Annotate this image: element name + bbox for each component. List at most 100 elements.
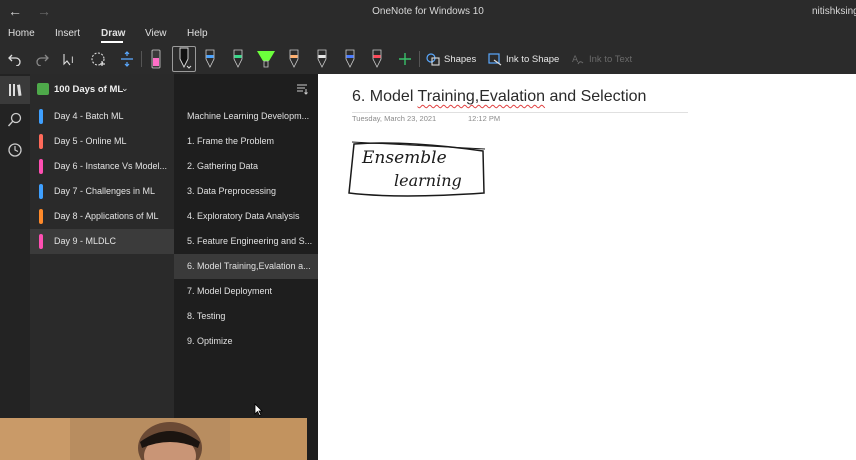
recent-clock-icon[interactable] (7, 142, 23, 158)
pages-pane: Machine Learning Developm... 1. Frame the… (174, 74, 318, 460)
section-item[interactable]: Day 8 - Applications of ML (30, 204, 174, 229)
page-label: 8. Testing (187, 311, 226, 321)
shapes-label: Shapes (444, 53, 477, 65)
user-name[interactable]: nitishksing (812, 6, 856, 17)
section-item[interactable]: Day 5 - Online ML (30, 129, 174, 154)
page-label: 5. Feature Engineering and S... (187, 236, 313, 246)
section-color-tab (39, 234, 43, 249)
section-label: Day 6 - Instance Vs Model... (54, 161, 168, 171)
tab-draw[interactable]: Draw (101, 28, 125, 39)
ink-to-text-label: Ink to Text (589, 53, 633, 65)
page-label: 3. Data Preprocessing (187, 186, 277, 196)
section-color-tab (39, 209, 43, 224)
page-item[interactable]: 6. Model Training,Evalation a... (174, 254, 318, 279)
sections-pane: 100 Days of ML ⌄ Day 4 - Batch ML Day 5 -… (30, 74, 174, 460)
ink-to-shape-icon (488, 53, 502, 66)
shapes-icon (426, 53, 440, 66)
section-label: Day 4 - Batch ML (54, 111, 124, 121)
section-item[interactable]: Day 4 - Batch ML (30, 104, 174, 129)
page-label: 6. Model Training,Evalation a... (187, 261, 311, 271)
title-bar: ← → OneNote for Windows 10 nitishksing (0, 0, 856, 24)
tab-view[interactable]: View (145, 28, 167, 39)
page-label: 2. Gathering Data (187, 161, 259, 171)
pen-red-icon[interactable] (367, 49, 387, 69)
pen-blue-2-icon[interactable] (340, 49, 360, 69)
ink-to-shape-button[interactable]: Ink to Shape (488, 49, 564, 69)
webcam-overlay (0, 418, 307, 460)
chevron-down-icon: ⌄ (121, 83, 129, 93)
highlighter-green-icon[interactable] (254, 49, 278, 69)
misspelled-word: Training,Evalation (417, 88, 546, 105)
tab-help[interactable]: Help (187, 28, 208, 39)
page-title-prefix: 6. Model (352, 88, 418, 105)
search-icon[interactable] (7, 112, 23, 128)
ribbon-tabs: Home Insert Draw View Help (0, 24, 856, 44)
note-canvas[interactable]: 6. Model Training,Evalation and Selectio… (318, 74, 856, 460)
section-color-tab (39, 109, 43, 124)
redo-icon[interactable] (33, 49, 51, 69)
sort-pages-icon[interactable] (296, 82, 308, 100)
page-item[interactable]: 2. Gathering Data (174, 154, 318, 179)
pen-orange-icon[interactable] (284, 49, 304, 69)
section-color-tab (39, 184, 43, 199)
section-color-tab (39, 134, 43, 149)
toolbar-divider (419, 51, 420, 67)
highlighter-pink-icon[interactable] (146, 49, 166, 69)
section-label: Day 8 - Applications of ML (54, 211, 159, 221)
page-item[interactable]: Machine Learning Developm... (174, 104, 318, 129)
page-item[interactable]: 4. Exploratory Data Analysis (174, 204, 318, 229)
type-select-icon[interactable]: I (61, 49, 81, 69)
active-tab-indicator (101, 41, 123, 43)
page-label: 1. Frame the Problem (187, 136, 275, 146)
page-item[interactable]: 3. Data Preprocessing (174, 179, 318, 204)
section-color-tab (39, 159, 43, 174)
page-title[interactable]: 6. Model Training,Evalation and Selectio… (352, 88, 646, 106)
add-space-icon[interactable] (117, 49, 137, 69)
handwritten-ink[interactable]: Ensemble learning (346, 138, 492, 204)
section-item[interactable]: Day 6 - Instance Vs Model... (30, 154, 174, 179)
handwriting-line-2: learning (394, 171, 462, 190)
section-item[interactable]: Day 7 - Challenges in ML (30, 179, 174, 204)
notebooks-icon[interactable] (7, 82, 23, 98)
page-title-suffix: and Selection (545, 88, 647, 105)
title-underline (352, 112, 688, 113)
notebook-icon (37, 83, 49, 95)
tab-insert[interactable]: Insert (55, 28, 80, 39)
draw-toolbar: I Shapes Ink to Shape A Ink to Text (0, 44, 856, 74)
notebook-selector[interactable]: 100 Days of ML ⌄ (30, 74, 174, 104)
page-label: 4. Exploratory Data Analysis (187, 211, 300, 221)
section-label: Day 9 - MLDLC (54, 236, 117, 246)
page-item[interactable]: 1. Frame the Problem (174, 129, 318, 154)
add-pen-icon[interactable] (395, 49, 415, 69)
section-label: Day 5 - Online ML (54, 136, 127, 146)
page-item[interactable]: 9. Optimize (174, 329, 318, 354)
page-label: 7. Model Deployment (187, 286, 273, 296)
undo-icon[interactable] (6, 49, 24, 69)
notebook-name: 100 Days of ML (54, 84, 124, 95)
page-date: Tuesday, March 23, 2021 (352, 114, 437, 123)
pen-black-icon[interactable] (172, 46, 196, 72)
svg-text:I: I (71, 56, 74, 66)
shapes-button[interactable]: Shapes (426, 49, 480, 69)
mouse-cursor-icon (254, 403, 263, 416)
ink-to-text-button[interactable]: A Ink to Text (571, 49, 641, 69)
page-item[interactable]: 7. Model Deployment (174, 279, 318, 304)
ink-to-text-icon: A (572, 55, 584, 65)
page-item[interactable]: 5. Feature Engineering and S... (174, 229, 318, 254)
pen-green-icon[interactable] (228, 49, 248, 69)
onenote-window: ← → OneNote for Windows 10 nitishksing H… (0, 0, 856, 460)
ink-to-shape-label: Ink to Shape (506, 53, 560, 65)
pen-black-2-icon[interactable] (312, 49, 332, 69)
tab-home[interactable]: Home (8, 28, 35, 39)
page-time: 12:12 PM (468, 114, 501, 123)
lasso-select-icon[interactable] (89, 49, 109, 69)
toolbar-divider (141, 51, 142, 67)
presenter-video (0, 418, 307, 460)
navigation-rail (0, 74, 30, 460)
handwriting-line-1: Ensemble (361, 148, 447, 168)
section-item[interactable]: Day 9 - MLDLC (30, 229, 174, 254)
pen-blue-icon[interactable] (200, 49, 220, 69)
page-label: 9. Optimize (187, 336, 233, 346)
page-item[interactable]: 8. Testing (174, 304, 318, 329)
section-label: Day 7 - Challenges in ML (54, 186, 156, 196)
